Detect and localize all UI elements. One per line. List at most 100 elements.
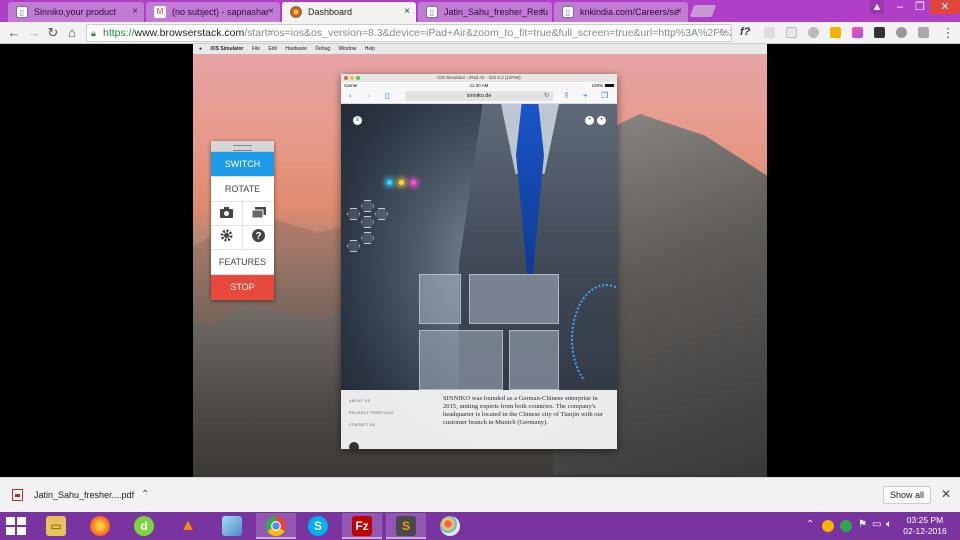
browserstack-icon bbox=[290, 6, 302, 18]
menu-debug[interactable]: Debug bbox=[315, 46, 330, 52]
tab-label: Sinniko,your product bbox=[34, 7, 117, 17]
dreamweaver-icon[interactable]: d bbox=[124, 513, 164, 539]
close-window-button[interactable]: ✕ bbox=[930, 0, 960, 14]
tray-app-icon[interactable] bbox=[840, 520, 852, 532]
extension-icon[interactable] bbox=[786, 27, 797, 38]
tabs-icon[interactable]: ❐ bbox=[601, 91, 608, 101]
language-icon[interactable]: • bbox=[597, 116, 606, 125]
settings-gear-icon[interactable] bbox=[211, 226, 243, 249]
tab-knkindia[interactable]: ▯ knkindia.com/Careers/se × bbox=[554, 2, 688, 22]
network-icon[interactable]: ▭ bbox=[872, 519, 881, 530]
extension-fquestion[interactable]: f? bbox=[740, 26, 750, 38]
file-explorer-icon[interactable]: ▭ bbox=[36, 513, 76, 539]
extension-icon[interactable] bbox=[874, 27, 885, 38]
minimize-button[interactable]: – bbox=[890, 0, 910, 14]
bookmark-star-icon[interactable]: ☆ bbox=[717, 25, 727, 41]
tab-label: Jatin_Sahu_fresher_Resu bbox=[444, 7, 549, 17]
close-icon[interactable]: × bbox=[676, 6, 682, 17]
stop-button[interactable]: STOP bbox=[211, 275, 274, 300]
new-tab-button[interactable] bbox=[689, 5, 717, 17]
profile-icon[interactable]: ▲ bbox=[870, 0, 884, 14]
close-icon[interactable] bbox=[344, 76, 348, 80]
forward-icon[interactable]: › bbox=[367, 91, 370, 101]
filezilla-icon[interactable]: Fz bbox=[342, 513, 382, 539]
apple-icon[interactable]: ● bbox=[199, 46, 202, 52]
share-icon[interactable]: ⇪ bbox=[563, 91, 570, 101]
bookmarks-icon[interactable]: ▯ bbox=[385, 91, 389, 101]
extension-icon[interactable] bbox=[852, 27, 863, 38]
rotate-button[interactable]: ROTATE bbox=[211, 177, 274, 202]
menu-app[interactable]: iOS Simulator bbox=[210, 46, 243, 52]
menu-hardware[interactable]: Hardware bbox=[285, 46, 307, 52]
site-nav: ABOUT US PRODUCT PORTFOLIO CONTACT US bbox=[349, 398, 434, 434]
browser-tab-strip: ▯ Sinniko,your product × M (no subject) … bbox=[0, 0, 960, 22]
menu-file[interactable]: File bbox=[252, 46, 260, 52]
scroll-down-icon[interactable] bbox=[349, 442, 359, 449]
flag-icon[interactable]: ⚑ bbox=[858, 519, 867, 530]
vlc-icon[interactable]: ▲ bbox=[168, 513, 208, 539]
url-path: /start#os=ios&os_version=8.3&device=iPad… bbox=[244, 27, 732, 39]
volume-icon[interactable]: 🔈︎ bbox=[886, 519, 892, 530]
windows-start-icon[interactable] bbox=[6, 517, 26, 535]
switch-button[interactable]: SWITCH bbox=[211, 152, 274, 177]
screen-tile bbox=[419, 330, 503, 390]
chrome-icon[interactable] bbox=[256, 513, 296, 539]
close-icon[interactable]: × bbox=[132, 6, 138, 17]
home-button[interactable]: ⌂ bbox=[64, 25, 80, 41]
close-icon[interactable]: × bbox=[540, 6, 546, 17]
extension-icon[interactable] bbox=[896, 27, 907, 38]
battery-percent: 100% bbox=[591, 83, 603, 88]
menu-icon[interactable]: ⋮ bbox=[940, 25, 956, 41]
paint-icon[interactable] bbox=[430, 513, 470, 539]
tab-dashboard[interactable]: Dashboard × bbox=[282, 2, 416, 22]
url-input[interactable]: 🔒︎ https://www.browserstack.com/start#os… bbox=[86, 24, 732, 42]
close-icon[interactable]: × bbox=[404, 6, 410, 17]
sublime-text-icon[interactable]: S bbox=[386, 513, 426, 539]
back-icon[interactable]: ‹ bbox=[349, 91, 352, 101]
devices-icon[interactable] bbox=[243, 202, 274, 225]
nav-contact-us[interactable]: CONTACT US bbox=[349, 422, 434, 427]
tab-gmail[interactable]: M (no subject) - sapnashar × bbox=[146, 2, 280, 22]
drag-handle[interactable] bbox=[211, 141, 274, 152]
menu-help[interactable]: Help bbox=[365, 46, 375, 52]
forward-button[interactable]: → bbox=[26, 25, 42, 41]
pdf-icon bbox=[12, 489, 23, 501]
extension-icon[interactable] bbox=[918, 27, 929, 38]
extension-icon[interactable] bbox=[764, 27, 775, 38]
safari-url-field[interactable]: sinniko.de ↻ bbox=[405, 91, 553, 101]
camera-icon[interactable] bbox=[211, 202, 243, 225]
chevron-up-icon[interactable]: ⌃ bbox=[806, 519, 814, 530]
clock-date: 02-12-2016 bbox=[903, 526, 947, 536]
language-icon[interactable]: • bbox=[585, 116, 594, 125]
notepad-icon[interactable] bbox=[212, 513, 252, 539]
tab-resume[interactable]: ▯ Jatin_Sahu_fresher_Resu × bbox=[418, 2, 552, 22]
new-tab-icon[interactable]: + bbox=[583, 91, 588, 101]
menu-icon[interactable]: ≡ bbox=[353, 116, 362, 125]
back-button[interactable]: ← bbox=[6, 25, 22, 41]
tab-sinniko[interactable]: ▯ Sinniko,your product × bbox=[8, 2, 144, 22]
system-clock[interactable]: 03:25 PM 02-12-2016 bbox=[900, 515, 950, 537]
menu-edit[interactable]: Edit bbox=[268, 46, 277, 52]
nav-product-portfolio[interactable]: PRODUCT PORTFOLIO bbox=[349, 410, 434, 415]
help-icon[interactable]: ? bbox=[243, 226, 274, 249]
menu-window[interactable]: Window bbox=[339, 46, 357, 52]
close-icon[interactable]: ✕ bbox=[941, 487, 951, 501]
tray-app-icon[interactable] bbox=[822, 520, 834, 532]
skype-icon[interactable]: S bbox=[298, 513, 338, 539]
zoom-icon[interactable] bbox=[356, 76, 360, 80]
features-button[interactable]: FEATURES bbox=[211, 250, 274, 275]
extension-icon[interactable] bbox=[808, 27, 819, 38]
nav-about-us[interactable]: ABOUT US bbox=[349, 398, 434, 403]
firefox-icon[interactable] bbox=[80, 513, 120, 539]
download-item[interactable]: Jatin_Sahu_fresher....pdf bbox=[12, 486, 152, 504]
chevron-up-icon[interactable]: ⌃ bbox=[141, 486, 149, 504]
reload-icon[interactable]: ↻ bbox=[544, 91, 549, 101]
minimize-icon[interactable] bbox=[350, 76, 354, 80]
maximize-button[interactable]: ❐ bbox=[910, 0, 930, 14]
close-icon[interactable]: × bbox=[268, 6, 274, 17]
extension-icon[interactable] bbox=[830, 27, 841, 38]
reload-button[interactable]: ↻ bbox=[45, 25, 61, 41]
hexagon-graphic bbox=[361, 216, 374, 228]
address-bar-row: ← → ↻ ⌂ 🔒︎ https://www.browserstack.com/… bbox=[0, 22, 960, 44]
show-all-button[interactable]: Show all bbox=[883, 486, 931, 504]
